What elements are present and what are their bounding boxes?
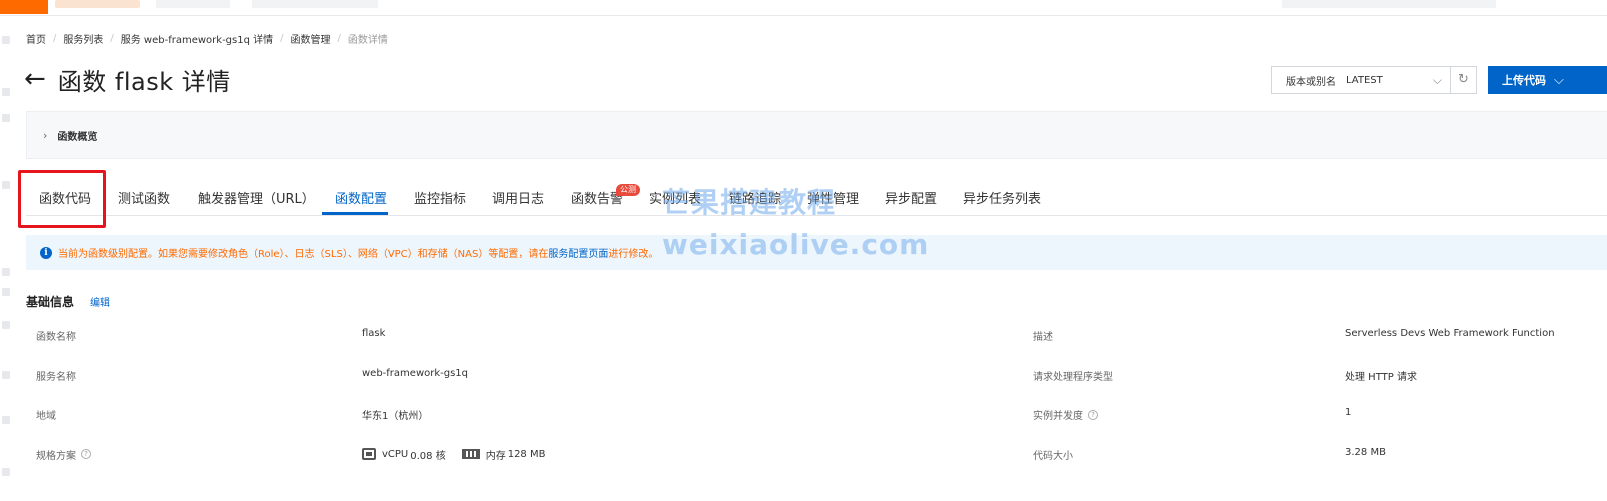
public-beta-badge: 公测 (616, 184, 640, 196)
notice-text-end: 进行修改。 (608, 249, 659, 260)
edit-basic-info-link[interactable]: 编辑 (90, 294, 110, 309)
info-key-with-help: 实例并发度 ? (1033, 407, 1098, 422)
side-rail (0, 16, 14, 501)
side-rail-item[interactable] (2, 114, 10, 122)
info-key: 函数名称 (36, 332, 76, 343)
info-key: 规格方案 (36, 450, 76, 462)
tab-async-task-list[interactable]: 异步任务列表 (963, 188, 1041, 207)
help-icon[interactable]: ? (1088, 409, 1098, 420)
top-nav-tools[interactable] (1282, 0, 1496, 8)
side-rail-item[interactable] (2, 36, 10, 44)
basic-info-heading: 基础信息 编辑 (26, 293, 110, 310)
breadcrumb: 首页 / 服务列表 / 服务 web-framework-gs1q 详情 / 函… (26, 31, 388, 46)
info-row: 函数名称 flask 描述 Serverless Devs Web Framew… (26, 315, 1607, 355)
tab-trigger-management[interactable]: 触发器管理（URL） (198, 188, 315, 207)
breadcrumb-service-detail[interactable]: 服务 web-framework-gs1q 详情 (121, 31, 273, 46)
upload-code-label: 上传代码 (1502, 74, 1546, 87)
breadcrumb-separator: / (110, 33, 114, 44)
memory-value: 128 MB (507, 448, 546, 460)
info-icon: i (40, 246, 52, 259)
info-row: 地域 华东1（杭州） 实例并发度 ? 1 (26, 394, 1607, 434)
basic-info-table: 函数名称 flask 描述 Serverless Devs Web Framew… (26, 315, 1607, 473)
info-row: 服务名称 web-framework-gs1q 请求处理程序类型 处理 HTTP… (26, 355, 1607, 395)
console-title-blurred (55, 0, 140, 8)
watermark-url: weixiaolive.com (662, 228, 930, 261)
info-value: web-framework-gs1q (362, 367, 469, 379)
back-arrow-icon[interactable]: ← (24, 66, 46, 92)
side-rail-item[interactable] (2, 321, 10, 329)
breadcrumb-service-list[interactable]: 服务列表 (63, 31, 103, 46)
info-value: 处理 HTTP 请求 (1345, 371, 1417, 383)
basic-info-title: 基础信息 (26, 295, 75, 309)
breadcrumb-current: 函数详情 (347, 35, 388, 46)
top-nav-search[interactable] (252, 0, 378, 8)
info-value: 1 (1345, 407, 1352, 418)
function-overview-label: 函数概览 (57, 131, 98, 143)
side-rail-item[interactable] (2, 88, 10, 96)
info-value: 华东1（杭州） (362, 411, 429, 422)
info-value: 3.28 MB (1345, 446, 1386, 458)
info-key: 代码大小 (1033, 450, 1073, 462)
side-rail-item[interactable] (2, 268, 10, 276)
help-icon[interactable]: ? (81, 449, 91, 459)
cpu-label: vCPU (382, 448, 409, 460)
annotation-highlight-box (18, 170, 106, 228)
info-row: 规格方案 ? vCPU 0.08 核 内存 128 MB 代码大小 3.28 M… (26, 434, 1607, 474)
tab-invocation-logs[interactable]: 调用日志 (492, 188, 544, 207)
page-title: 函数 flask 详情 (57, 67, 231, 96)
top-nav-item[interactable] (156, 0, 230, 8)
brand-logo[interactable] (0, 0, 48, 14)
top-navigation-bar (0, 0, 1607, 16)
breadcrumb-separator: / (280, 33, 284, 44)
info-key: 服务名称 (36, 371, 76, 383)
watermark-title: 芒果搭建教程 (662, 186, 837, 219)
chevron-right-icon: › (43, 128, 48, 142)
side-rail-item[interactable] (2, 181, 10, 189)
info-key: 实例并发度 (1033, 411, 1083, 422)
memory-icon (461, 449, 480, 459)
tab-function-config[interactable]: 函数配置 (335, 188, 387, 207)
info-key: 描述 (1033, 332, 1053, 343)
info-key: 地域 (36, 411, 56, 422)
tab-test-function[interactable]: 测试函数 (118, 188, 170, 207)
upload-code-button[interactable]: 上传代码 ⌵ (1488, 66, 1607, 94)
cpu-value: 0.08 核 (410, 450, 446, 462)
info-key-with-help: 规格方案 ? (36, 447, 91, 462)
breadcrumb-separator: / (337, 33, 341, 44)
service-config-link[interactable]: 服务配置页面 (548, 245, 608, 260)
tab-async-config[interactable]: 异步配置 (885, 188, 937, 207)
refresh-button[interactable]: ↻ (1451, 66, 1477, 94)
cpu-chip-icon (362, 448, 376, 460)
active-tab-indicator (322, 212, 388, 215)
page-header: ← 函数 flask 详情 (24, 62, 231, 96)
memory-label: 内存 (485, 450, 506, 462)
breadcrumb-separator: / (53, 33, 57, 44)
version-alias-select[interactable]: 版本或别名 LATEST ⌵ (1271, 66, 1451, 94)
info-key: 请求处理程序类型 (1033, 371, 1113, 383)
side-rail-item[interactable] (2, 416, 10, 424)
tab-monitoring-metrics[interactable]: 监控指标 (414, 188, 466, 207)
side-rail-item[interactable] (2, 468, 10, 476)
breadcrumb-home[interactable]: 首页 (26, 31, 46, 46)
function-overview-collapse[interactable]: › 函数概览 (26, 111, 1607, 159)
side-rail-item[interactable] (2, 288, 10, 296)
chevron-down-icon: ⌵ (1432, 73, 1442, 87)
version-select-label: 版本或别名 (1286, 76, 1336, 88)
spec-value: vCPU 0.08 核 内存 128 MB (362, 447, 545, 462)
version-select-value: LATEST (1346, 74, 1383, 86)
info-value: Serverless Devs Web Framework Function (1345, 328, 1555, 339)
refresh-icon: ↻ (1458, 72, 1469, 87)
side-rail-item[interactable] (2, 371, 10, 379)
chevron-down-icon: ⌵ (1554, 72, 1564, 88)
breadcrumb-function-mgmt[interactable]: 函数管理 (291, 31, 331, 46)
info-value: flask (362, 328, 386, 339)
notice-text: 当前为函数级别配置。如果您需要修改角色（Role）、日志（SLS）、网络（VPC… (58, 249, 549, 260)
